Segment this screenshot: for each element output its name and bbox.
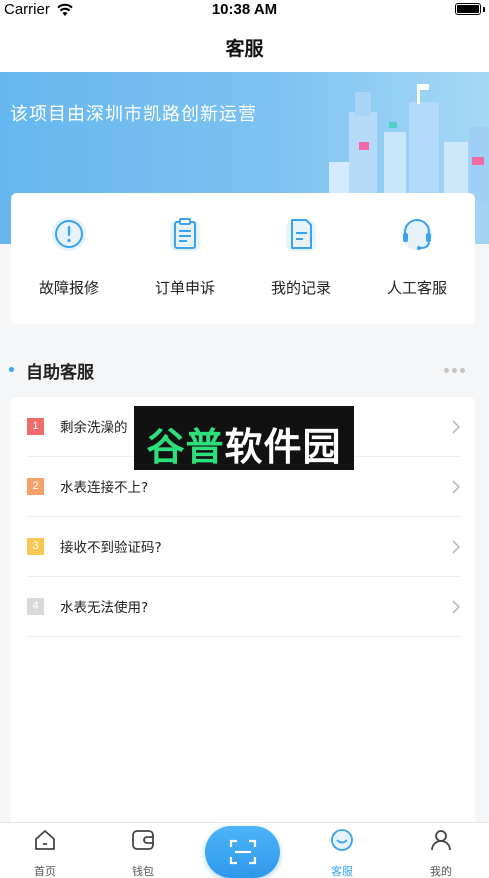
faq-number-badge: 2 <box>27 478 44 495</box>
faq-item[interactable]: 3 接收不到验证码? <box>27 517 461 577</box>
watermark-text: 谷普软件园 <box>146 425 342 469</box>
chevron-right-icon <box>452 540 461 554</box>
quick-action-label: 我的记录 <box>270 279 331 297</box>
watermark: 谷普软件园 <box>134 406 354 470</box>
quick-action-my-records[interactable]: 我的记录 <box>243 193 359 324</box>
faq-item[interactable]: 4 水表无法使用? <box>27 577 461 637</box>
document-icon <box>286 219 316 251</box>
chevron-right-icon <box>452 420 461 434</box>
faq-number-badge: 4 <box>27 598 44 615</box>
quick-action-order-appeal[interactable]: 订单申诉 <box>127 193 243 324</box>
wallet-icon <box>132 830 154 850</box>
tab-home[interactable]: 首页 <box>0 823 90 878</box>
tab-wallet[interactable]: 钱包 <box>98 823 188 878</box>
scan-button[interactable] <box>205 826 280 878</box>
nav-bar: 客服 <box>0 20 489 72</box>
status-bar: Carrier 10:38 AM <box>0 0 489 20</box>
tab-profile[interactable]: 我的 <box>396 823 486 878</box>
faq-question: 接收不到验证码? <box>60 540 162 556</box>
quick-action-fault-report[interactable]: 故障报修 <box>11 193 127 324</box>
faq-question: 水表连接不上? <box>60 480 149 496</box>
headset-icon <box>402 219 432 250</box>
scan-icon <box>229 839 257 865</box>
tab-label: 首页 <box>34 865 56 878</box>
section-bullet <box>9 367 14 372</box>
home-icon <box>35 830 55 850</box>
service-icon <box>331 829 353 851</box>
quick-action-human-service[interactable]: 人工客服 <box>359 193 475 324</box>
quick-action-label: 人工客服 <box>386 279 447 297</box>
chevron-right-icon <box>452 600 461 614</box>
battery-icon <box>455 3 481 15</box>
tab-service[interactable]: 客服 <box>297 823 387 878</box>
faq-number-badge: 3 <box>27 538 44 555</box>
more-icon[interactable] <box>444 368 466 374</box>
faq-question: 水表无法使用? <box>60 600 149 616</box>
quick-action-label: 订单申诉 <box>154 279 215 297</box>
faq-question: 剩余洗澡的 <box>60 420 128 436</box>
clipboard-icon <box>170 218 200 251</box>
quick-action-label: 故障报修 <box>38 279 99 297</box>
quick-actions-card: 故障报修 订单申诉 我的记录 人工客服 <box>11 193 475 324</box>
profile-icon <box>431 830 451 851</box>
banner-text: 该项目由深圳市凯路创新运营 <box>10 104 257 125</box>
alert-icon <box>52 217 86 251</box>
tab-label: 我的 <box>430 865 452 878</box>
faq-number-badge: 1 <box>27 418 44 435</box>
tab-label: 钱包 <box>132 865 154 878</box>
page-title: 客服 <box>225 38 264 60</box>
tab-label: 客服 <box>331 865 353 878</box>
section-title: 自助客服 <box>26 363 94 383</box>
chevron-right-icon <box>452 480 461 494</box>
clock: 10:38 AM <box>211 1 278 18</box>
battery-tip <box>483 7 485 12</box>
